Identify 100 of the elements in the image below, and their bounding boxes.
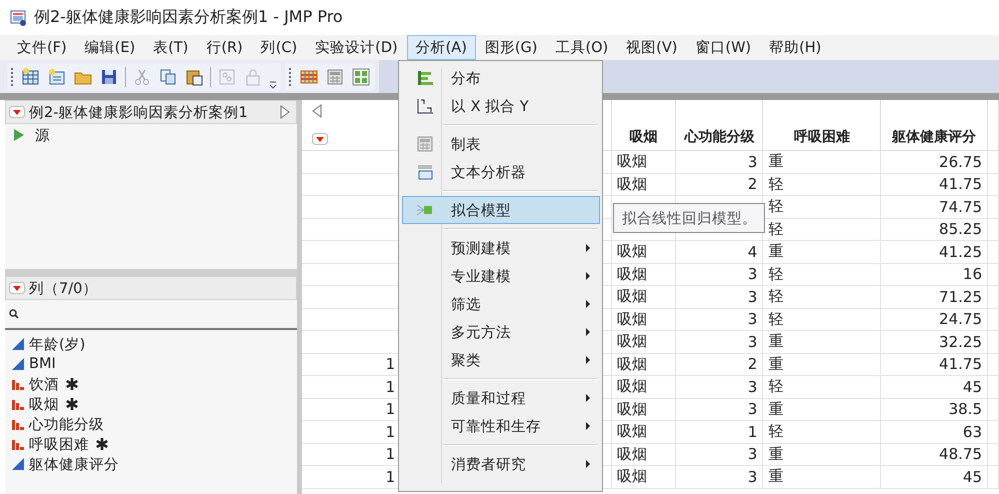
collapse-arrow-icon[interactable] xyxy=(312,104,322,118)
table-cell: 轻 xyxy=(768,197,784,216)
menu-item[interactable]: 列(C) xyxy=(252,35,306,60)
expand-arrow-icon[interactable] xyxy=(280,105,290,119)
table-cell: 3 xyxy=(748,265,758,284)
menu-item[interactable]: 编辑(E) xyxy=(76,35,144,60)
table-cell: 吸烟 xyxy=(616,264,647,283)
row-number: 1 xyxy=(386,355,396,374)
menu-dropdown-icon[interactable] xyxy=(9,106,25,118)
new-document-icon[interactable] xyxy=(47,66,67,86)
column-name[interactable]: 呼吸困难 xyxy=(29,434,89,454)
calculator-icon[interactable] xyxy=(325,66,345,86)
menu-option[interactable]: 聚类 xyxy=(402,346,600,374)
column-name[interactable]: 心功能分级 xyxy=(29,414,104,434)
column-header[interactable]: 心功能分级 xyxy=(676,100,763,150)
table-cell: 45 xyxy=(962,468,982,486)
table-cell: 重 xyxy=(768,332,784,350)
menu-item[interactable]: 行(R) xyxy=(197,35,252,60)
menu-option[interactable]: 专业建模 xyxy=(402,262,600,290)
menu-item[interactable]: 视图(V) xyxy=(617,35,686,60)
tooltip: 拟合线性回归模型。 xyxy=(613,203,765,233)
table-cell: 重 xyxy=(768,400,784,418)
menu-option[interactable]: 质量和过程 xyxy=(402,384,600,412)
column-name[interactable]: BMI xyxy=(29,356,56,372)
menu-item[interactable]: 文件(F) xyxy=(8,35,76,60)
menu-item[interactable]: 窗口(W) xyxy=(686,35,760,60)
table-cell: 4 xyxy=(748,242,758,261)
bar-chart-icon xyxy=(416,69,434,87)
menu-item[interactable]: 实验设计(D) xyxy=(306,35,407,60)
table-cell: 重 xyxy=(768,467,784,486)
table-cell: 吸烟 xyxy=(616,377,647,396)
calculator-icon xyxy=(416,135,434,153)
grid-icon[interactable] xyxy=(351,66,371,86)
menu-option[interactable]: 拟合模型 xyxy=(402,196,600,224)
table-cell: 2 xyxy=(748,175,758,194)
script-item[interactable]: 源 xyxy=(35,126,50,144)
text-window-icon xyxy=(416,163,434,181)
table-cell: 74.75 xyxy=(939,198,982,216)
overflow-chevron-icon[interactable] xyxy=(269,78,277,88)
table-cell: 1 xyxy=(748,422,758,441)
table-cell: 38.5 xyxy=(948,400,982,418)
table-cell: 吸烟 xyxy=(616,174,647,193)
menu-option[interactable]: 制表 xyxy=(402,130,600,158)
column-name[interactable]: 年龄(岁) xyxy=(29,334,86,354)
menu-dropdown-icon[interactable] xyxy=(9,282,25,294)
menu-option[interactable]: 筛选 xyxy=(402,290,600,318)
table-cell: 重 xyxy=(768,242,784,260)
menu-option[interactable]: 文本分析器 xyxy=(402,158,600,186)
table-cell: 吸烟 xyxy=(616,422,647,440)
menu-item[interactable]: 工具(O) xyxy=(546,35,618,60)
table-cell: 3 xyxy=(748,310,758,328)
table-cell: 63 xyxy=(962,422,982,441)
menu-item[interactable]: 表(T) xyxy=(144,35,198,60)
menu-option[interactable]: 多元方法 xyxy=(402,318,600,346)
app-icon xyxy=(10,8,28,26)
menu-item[interactable]: 图形(G) xyxy=(476,35,546,60)
table-cell: 3 xyxy=(748,152,758,171)
search-icon xyxy=(9,309,19,319)
table-cell: 吸烟 xyxy=(616,152,647,170)
table-cell: 45 xyxy=(962,378,982,396)
column-header[interactable]: 躯体健康评分 xyxy=(880,100,988,150)
menu-option[interactable]: 消费者研究 xyxy=(402,450,600,478)
table-cell: 41.75 xyxy=(939,175,982,194)
column-header[interactable]: 呼吸困难 xyxy=(762,100,881,150)
table-cell: 3 xyxy=(748,288,758,306)
menu-item[interactable]: 分析(A) xyxy=(406,35,476,60)
new-table-icon[interactable] xyxy=(21,66,41,86)
table-cell: 16 xyxy=(962,265,982,284)
axes-icon xyxy=(416,97,434,115)
columns-title: 列（7/0） xyxy=(29,280,98,298)
table-cell: 轻 xyxy=(768,287,784,306)
table-cell: 吸烟 xyxy=(616,354,647,373)
table-cell: 41.75 xyxy=(939,355,982,374)
table-cell: 48.75 xyxy=(939,445,982,464)
menu-option[interactable]: 预测建模 xyxy=(402,234,600,262)
table-cell: 轻 xyxy=(768,377,784,396)
copy-icon[interactable] xyxy=(158,66,178,86)
menu-option[interactable]: 以 X 拟合 Y xyxy=(402,92,600,120)
table-cell: 3 xyxy=(748,332,758,351)
table-name: 例2-躯体健康影响因素分析案例1 xyxy=(29,104,249,122)
table-cell: 吸烟 xyxy=(616,444,647,463)
table-cell: 重 xyxy=(768,152,784,170)
table-cell: 吸烟 xyxy=(616,310,647,328)
table-cell: 吸烟 xyxy=(616,287,647,306)
table-cell: 3 xyxy=(748,468,758,486)
table-cell: 71.25 xyxy=(939,288,982,306)
row-number: 1 xyxy=(386,422,396,441)
column-header[interactable]: 吸烟 xyxy=(611,100,676,150)
column-name[interactable]: 躯体健康评分 xyxy=(29,454,119,474)
play-icon[interactable] xyxy=(13,128,25,142)
menu-dropdown-icon[interactable] xyxy=(312,133,328,145)
table-cell: 轻 xyxy=(768,264,784,283)
table-cell: 重 xyxy=(768,354,784,373)
column-name[interactable]: 饮酒 xyxy=(29,374,59,394)
row-number: 1 xyxy=(386,400,396,418)
column-name[interactable]: 吸烟 xyxy=(29,394,59,414)
menu-item[interactable]: 帮助(H) xyxy=(760,35,830,60)
table-cell: 轻 xyxy=(768,220,784,238)
menu-option[interactable]: 可靠性和生存 xyxy=(402,412,600,440)
table-cell: 吸烟 xyxy=(616,467,647,486)
